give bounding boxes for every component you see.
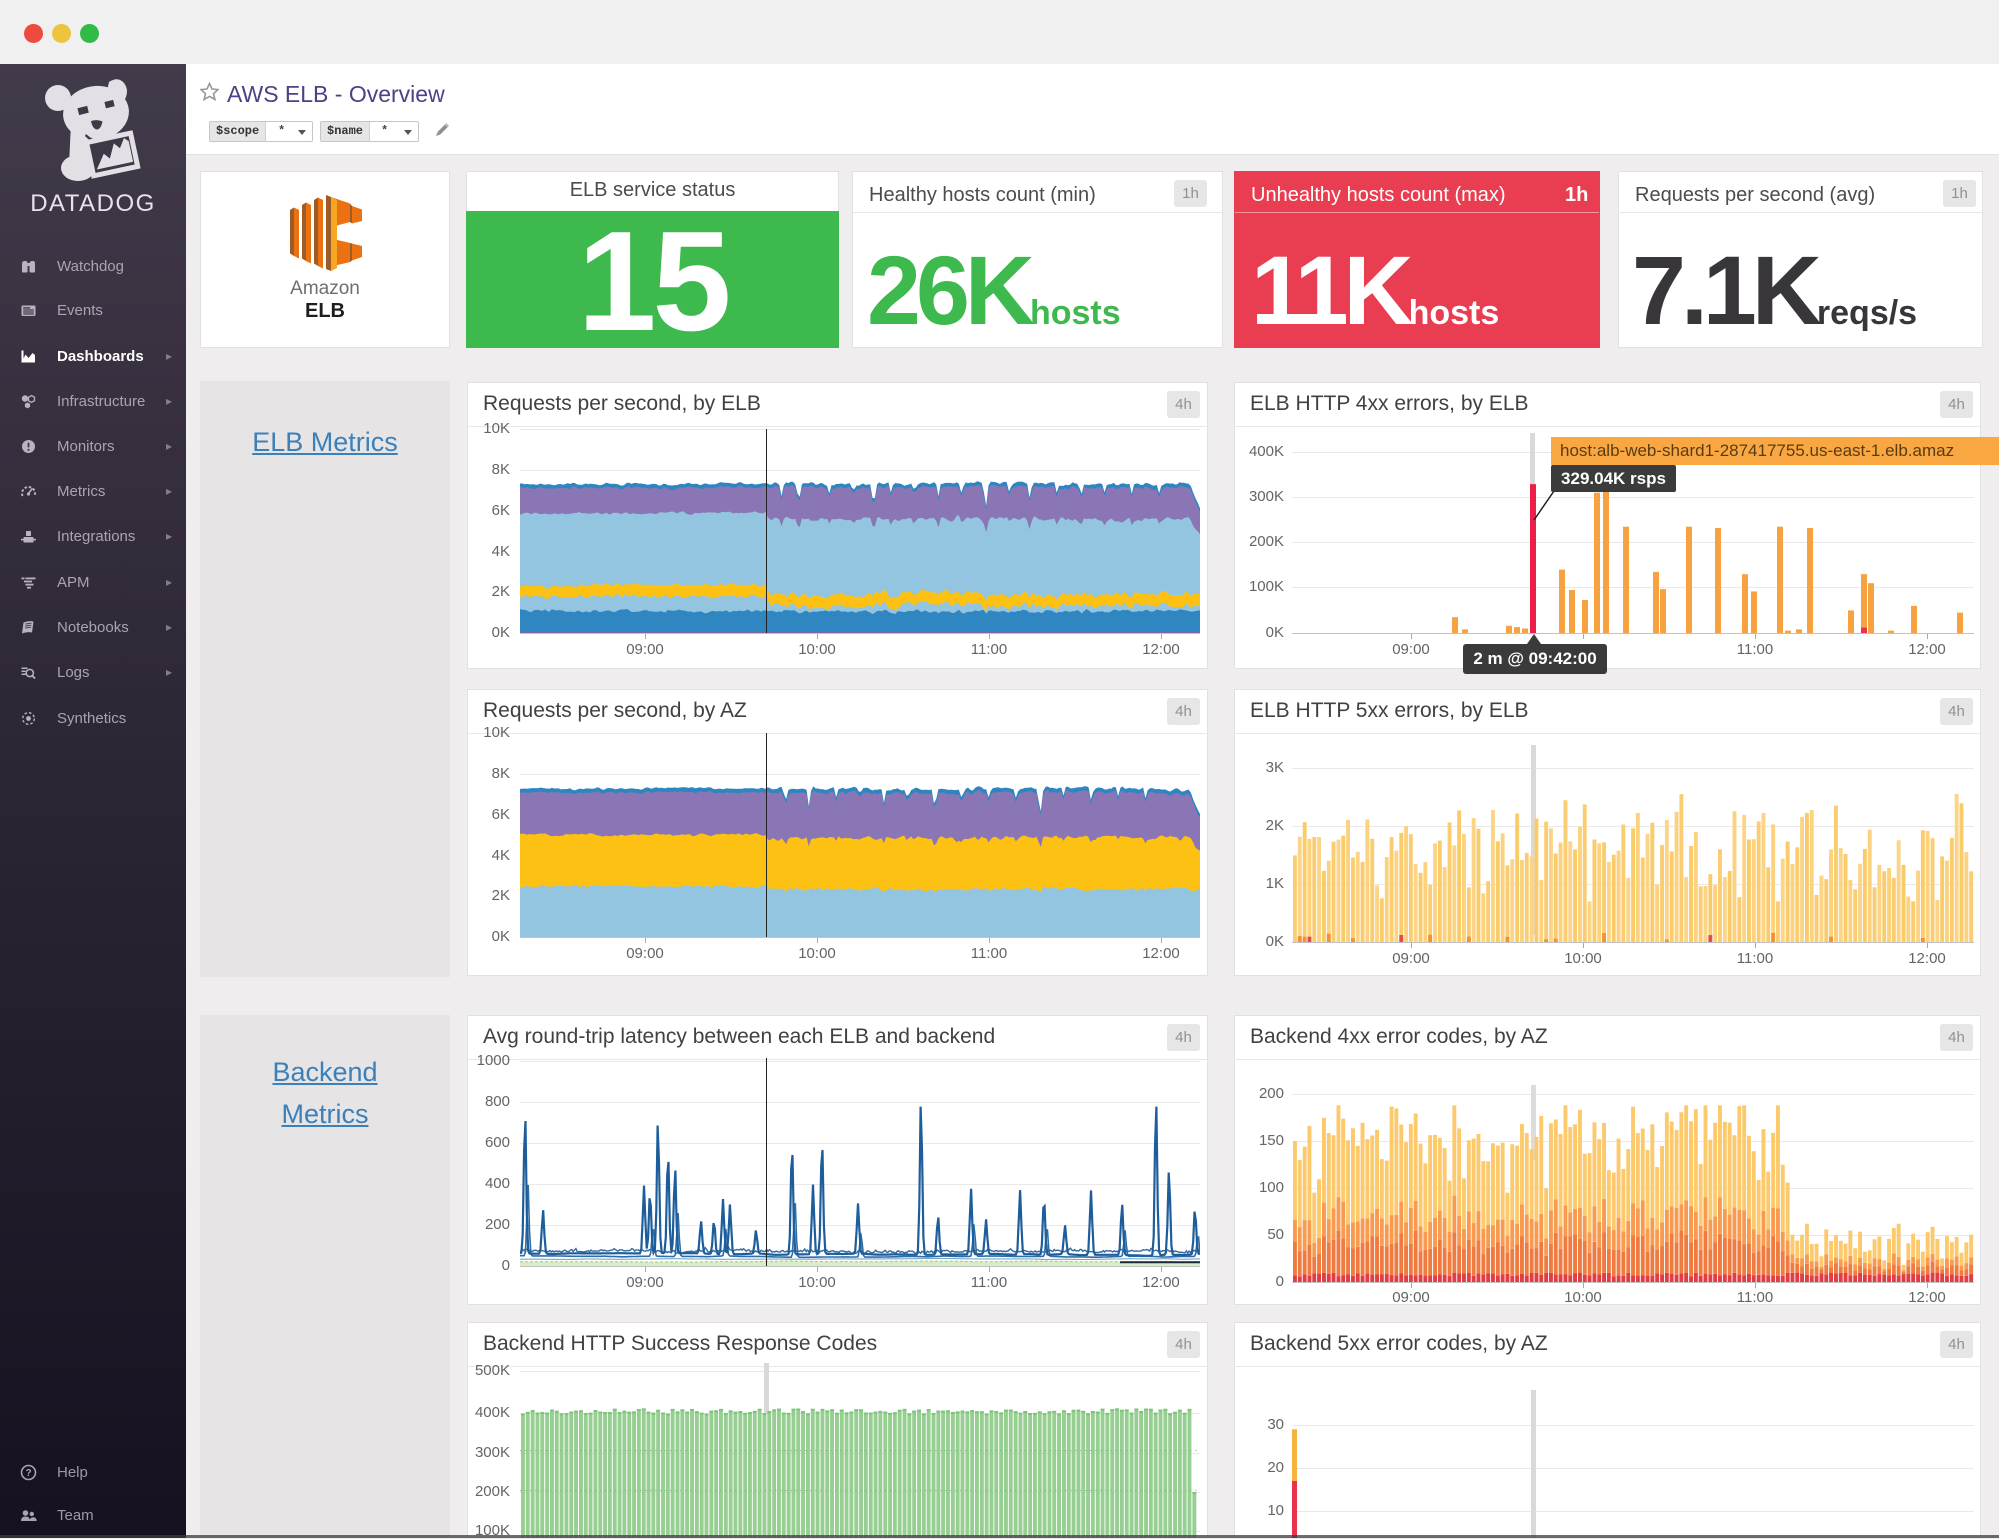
svg-text:?: ?	[25, 1468, 31, 1479]
